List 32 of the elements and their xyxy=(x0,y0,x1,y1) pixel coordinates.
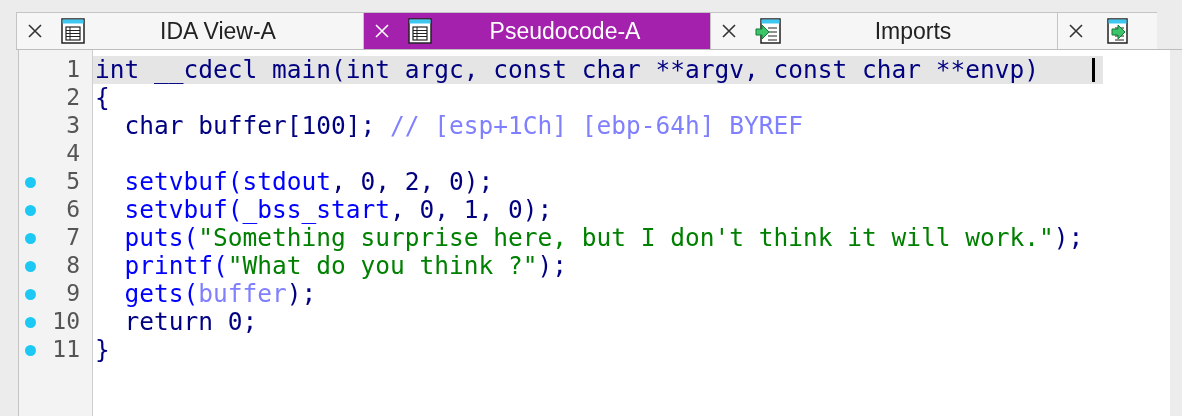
table-icon xyxy=(408,18,432,44)
tab[interactable]: IDA View-A xyxy=(16,12,363,49)
code-line: printf("What do you think ?"); xyxy=(123,254,568,278)
line-number: 7 xyxy=(65,226,80,250)
code-line: gets(buffer); xyxy=(123,282,317,306)
code-line: setvbuf(_bss_start, 0, 1, 0); xyxy=(123,198,553,222)
line-number: 1 xyxy=(65,58,80,82)
tab[interactable]: Imports xyxy=(710,12,1057,49)
line-number: 4 xyxy=(65,142,80,166)
close-icon[interactable] xyxy=(27,23,43,39)
line-number: 2 xyxy=(65,86,80,110)
line-number: 3 xyxy=(65,114,80,138)
line-number: 8 xyxy=(65,254,80,278)
table-icon xyxy=(61,18,85,44)
text-cursor xyxy=(1092,58,1095,82)
import-icon xyxy=(755,18,781,44)
code-line: { xyxy=(95,86,110,110)
close-icon[interactable] xyxy=(721,23,737,39)
line-number: 6 xyxy=(65,198,80,222)
tab[interactable] xyxy=(1057,12,1157,49)
line-number: 11 xyxy=(51,338,80,362)
code-line: puts("Something surprise here, but I don't think it will work."); xyxy=(123,226,1084,250)
line-number: 10 xyxy=(51,310,80,334)
code-line: } xyxy=(95,338,110,362)
code-line: return 0; xyxy=(123,310,258,334)
close-icon[interactable] xyxy=(1068,23,1084,39)
code-line: char buffer[100]; // [esp+1Ch] [ebp-64h] BYREF xyxy=(123,114,804,138)
line-number: 5 xyxy=(65,170,80,194)
code-line: setvbuf(stdout, 0, 2, 0); xyxy=(123,170,494,194)
line-number: 9 xyxy=(65,282,80,306)
tab[interactable]: Pseudocode-A xyxy=(363,12,710,49)
code-line: int __cdecl main(int argc, const char **argv, const char **envp) xyxy=(95,58,1039,82)
